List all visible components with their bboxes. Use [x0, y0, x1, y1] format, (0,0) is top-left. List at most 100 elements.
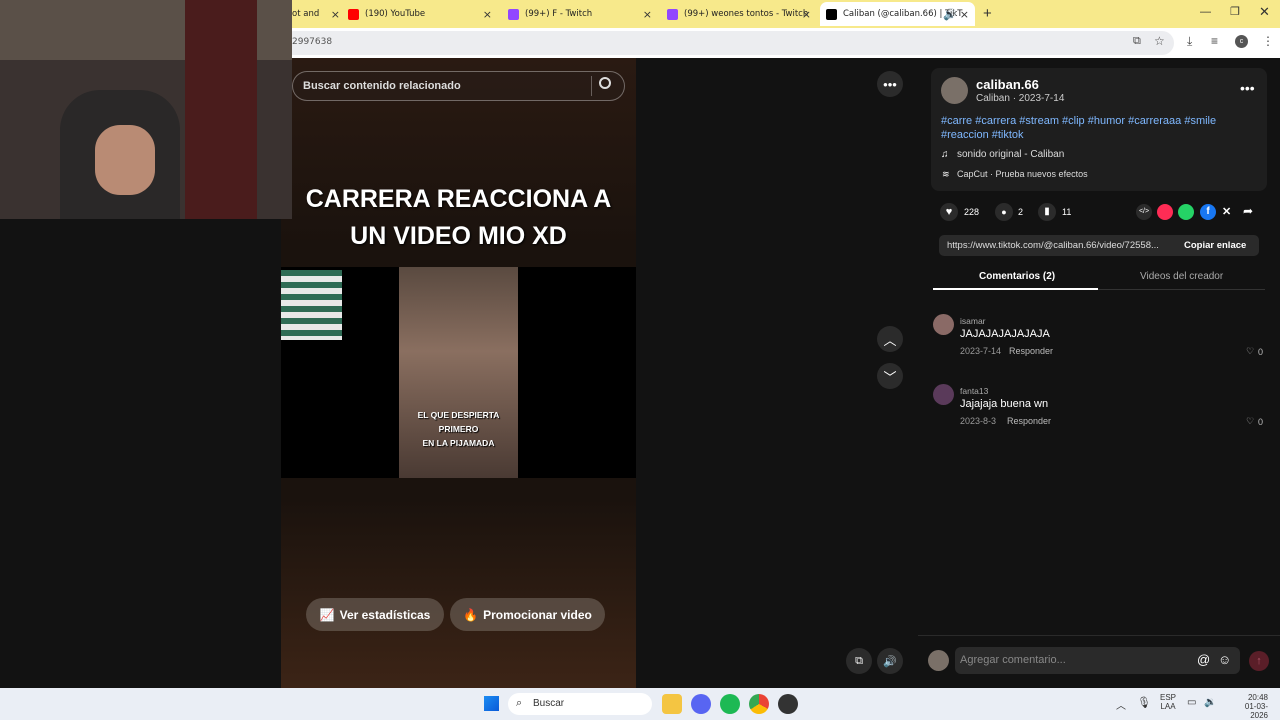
windows-start-icon[interactable]	[484, 696, 499, 711]
author-avatar[interactable]	[941, 77, 968, 104]
promote-video-button[interactable]: 🔥 Promocionar video	[450, 598, 605, 631]
tab-active-indicator	[933, 288, 1098, 290]
chevron-down-icon[interactable]: ﹀	[877, 363, 903, 389]
hashtags-line1[interactable]: #carre #carrera #stream #clip #humor #ca…	[941, 115, 1216, 127]
tab-comments[interactable]: Comentarios (2)	[979, 271, 1055, 282]
new-tab-icon[interactable]: +	[983, 5, 992, 22]
comment-avatar[interactable]	[933, 384, 954, 405]
volume-icon[interactable]: 🔊	[877, 648, 903, 674]
x-icon[interactable]: ✕	[1222, 205, 1231, 218]
tab-youtube[interactable]: (190) YouTube ×	[348, 2, 498, 26]
tab-title: (99+) F - Twitch	[525, 9, 593, 19]
profile-avatar-icon[interactable]: c	[1235, 35, 1248, 48]
tab-title: (190) YouTube	[365, 9, 426, 19]
comment-like-icon[interactable]: ♡	[1246, 346, 1254, 357]
minimize-icon[interactable]: —	[1200, 6, 1211, 18]
embed-icon[interactable]: </>	[1136, 204, 1152, 220]
menu-kebab-icon[interactable]: ⋮	[1262, 34, 1274, 48]
post-comment-button[interactable]: ↑	[1249, 651, 1269, 671]
comment-like-count: 0	[1258, 347, 1264, 357]
comment-placeholder: Agregar comentario...	[960, 654, 1066, 666]
effect-link[interactable]: CapCut · Prueba nuevos efectos	[957, 169, 1088, 179]
author-meta: Caliban · 2023-7-14	[976, 93, 1065, 104]
bookmark-icon[interactable]: ▮	[1038, 203, 1056, 221]
taskbar-search[interactable]	[508, 693, 652, 715]
speaker-icon[interactable]: 🔉	[1204, 697, 1216, 708]
emoji-icon[interactable]: ☺	[1218, 652, 1231, 667]
language-indicator[interactable]: ESP LAA	[1160, 693, 1176, 711]
repost-icon[interactable]	[1157, 204, 1173, 220]
restore-icon[interactable]: ❐	[1230, 5, 1240, 18]
comment-user[interactable]: isamar	[960, 316, 986, 326]
media-control-icon[interactable]: ≡	[1211, 34, 1218, 48]
close-icon[interactable]: ×	[643, 8, 652, 21]
flame-icon: 🔥	[463, 607, 479, 622]
video-url[interactable]: https://www.tiktok.com/@caliban.66/video…	[947, 240, 1173, 251]
tab-title: ot and	[292, 9, 320, 19]
video-caption-line2: UN VIDEO MIO XD	[350, 222, 567, 250]
input-divider	[918, 635, 1280, 636]
tab-title: (99+) weones tontos - Twitch	[684, 9, 809, 19]
twitch-icon	[667, 8, 678, 20]
whatsapp-icon[interactable]	[1178, 204, 1194, 220]
bookmark-star-icon[interactable]: ☆	[1154, 34, 1165, 48]
tab-twitch-2[interactable]: (99+) weones tontos - Twitch ×	[667, 2, 817, 26]
tab-1[interactable]: ot and ×	[292, 2, 342, 26]
network-icon[interactable]: ▭	[1187, 697, 1196, 708]
comment-date: 2023-7-14	[960, 346, 1002, 356]
discord-icon[interactable]	[691, 694, 711, 714]
comment-date: 2023-8-3	[960, 416, 997, 426]
comment-like-icon[interactable]: ♡	[1246, 416, 1254, 427]
close-icon[interactable]: ×	[802, 8, 811, 21]
chevron-up-icon[interactable]: ︿	[877, 326, 903, 352]
like-icon[interactable]: ♥	[940, 203, 958, 221]
share-icon[interactable]: ➦	[1243, 204, 1253, 218]
author-more-icon[interactable]: •••	[1240, 80, 1255, 96]
facebook-icon[interactable]: f	[1200, 204, 1216, 220]
hashtags-line2[interactable]: #reaccion #tiktok	[941, 129, 1024, 141]
file-explorer-icon[interactable]	[662, 694, 682, 714]
mention-icon[interactable]: @	[1197, 652, 1210, 667]
tray-chevron-icon[interactable]: ︿	[1116, 697, 1126, 712]
mini-player-icon[interactable]: ⧉	[846, 648, 872, 674]
microphone-icon[interactable]: 🎙	[1137, 696, 1151, 709]
twitch-icon	[508, 8, 519, 20]
comment-like-count: 0	[1258, 417, 1264, 427]
music-note-icon: ♫	[941, 149, 949, 160]
cast-icon[interactable]: ⧉	[1133, 35, 1141, 48]
webcam-overlay	[0, 0, 292, 219]
url-text[interactable]: 2997638	[292, 37, 332, 47]
like-count: 228	[964, 207, 980, 217]
comment-user[interactable]: fanta13	[960, 386, 988, 396]
view-stats-button[interactable]: 📈 Ver estadísticas	[306, 598, 444, 631]
search-icon[interactable]	[599, 77, 611, 89]
chrome-icon[interactable]	[749, 694, 769, 714]
tab-creator-videos[interactable]: Videos del creador	[1140, 271, 1223, 282]
sound-link[interactable]: sonido original - Caliban	[957, 149, 1064, 160]
author-username[interactable]: caliban.66	[976, 77, 1039, 92]
clock[interactable]: 20:48 01-03-2026	[1228, 693, 1268, 720]
tab-twitch-1[interactable]: (99+) F - Twitch ×	[508, 2, 658, 26]
reply-button[interactable]: Responder	[1009, 346, 1053, 356]
arcade-cabinet	[185, 0, 257, 219]
more-options-icon[interactable]: •••	[877, 71, 903, 97]
search-placeholder: Buscar contenido relacionado	[303, 80, 461, 92]
close-window-icon[interactable]: ✕	[1259, 4, 1270, 20]
speaker-icon[interactable]: 🔊	[943, 8, 957, 21]
close-icon[interactable]: ×	[960, 8, 969, 21]
chart-icon: 📈	[319, 607, 335, 622]
omnibox[interactable]	[282, 31, 1174, 55]
spotify-icon[interactable]	[720, 694, 740, 714]
obs-icon[interactable]	[778, 694, 798, 714]
close-icon[interactable]: ×	[331, 8, 340, 21]
download-icon[interactable]: ⤓	[1187, 34, 1192, 49]
youtube-icon	[348, 8, 359, 20]
comment-avatar[interactable]	[933, 314, 954, 335]
close-icon[interactable]: ×	[483, 8, 492, 21]
comment-text: JAJAJAJAJAJAJA	[960, 328, 1050, 340]
comment-icon[interactable]: ●	[995, 203, 1013, 221]
reply-button[interactable]: Responder	[1007, 416, 1051, 426]
copy-link-button[interactable]: Copiar enlace	[1184, 240, 1246, 251]
streamer-cam-thumbnail	[281, 270, 342, 340]
tab-tiktok-active[interactable]: Caliban (@caliban.66) | TikT 🔊 ×	[820, 2, 975, 26]
